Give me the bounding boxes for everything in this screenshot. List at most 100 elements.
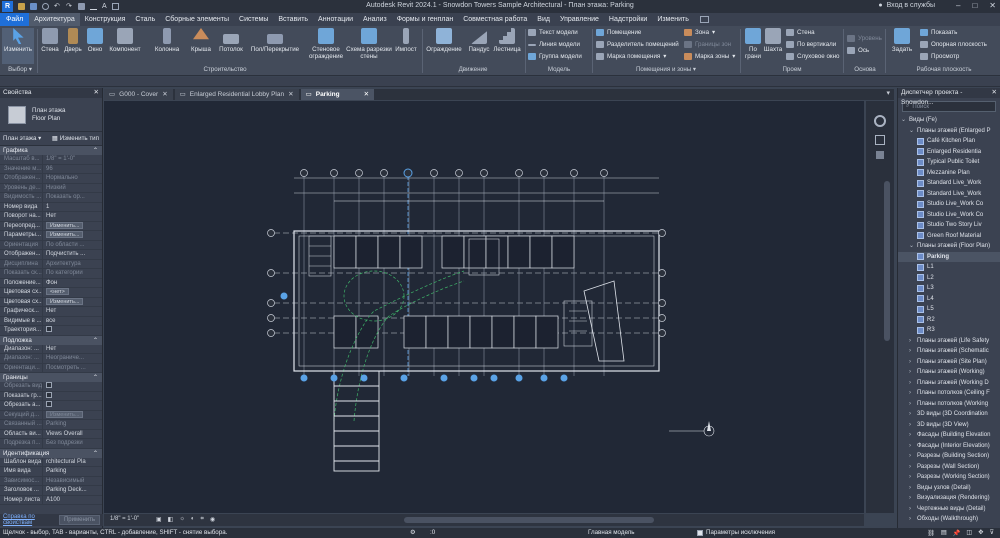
property-row[interactable]: Обрезать а... <box>0 401 102 411</box>
area-boundary-button[interactable]: Границы зон <box>684 41 731 48</box>
property-row[interactable]: Поворот на... Нет <box>0 212 102 222</box>
property-checkbox[interactable] <box>46 391 52 398</box>
area-button[interactable]: Зона ▾ <box>684 29 715 36</box>
browser-item[interactable]: › Планы этажей (Working) <box>898 367 1000 378</box>
browser-item[interactable]: › 3D виды (3D View) <box>898 420 1000 431</box>
door-button[interactable]: Дверь <box>62 28 84 53</box>
expand-icon[interactable]: › <box>909 409 917 420</box>
property-value[interactable] <box>42 391 102 400</box>
dormer-button[interactable]: Слуховое окно <box>786 53 839 60</box>
area-tag-button[interactable]: Марка зоны ▾ <box>684 53 735 60</box>
expand-icon[interactable]: › <box>909 378 917 389</box>
exclusions-checkbox[interactable] <box>697 529 703 536</box>
property-value[interactable]: Изменить... <box>42 410 102 419</box>
browser-item[interactable]: Studio Live_Work Co <box>898 210 1000 221</box>
column-button[interactable]: Колонна <box>152 28 182 53</box>
property-row[interactable]: Номер вида 1 <box>0 202 102 212</box>
room-button[interactable]: Помещение <box>596 29 641 36</box>
browser-item[interactable]: Studio Live_Work Co <box>898 199 1000 210</box>
horizontal-scrollbar[interactable] <box>404 517 654 523</box>
browser-item[interactable]: R2 <box>898 315 1000 326</box>
tab-massing[interactable]: Формы и генплан <box>392 13 459 26</box>
browser-item[interactable]: › Обходы (Walkthrough) <box>898 514 1000 525</box>
vertical-scrollbar[interactable] <box>884 181 890 341</box>
model-line-button[interactable]: Линия модели <box>528 41 580 48</box>
property-value[interactable]: Parking <box>42 420 102 429</box>
railing-button[interactable]: Ограждение <box>425 28 463 53</box>
browser-item[interactable]: › Разрезы (Wall Section) <box>898 462 1000 473</box>
property-value[interactable]: Parking Deck... <box>42 486 102 495</box>
property-row[interactable]: Зависимос... Независимый <box>0 476 102 486</box>
floor-button[interactable]: Пол/Перекрытие <box>248 28 302 53</box>
select-pinned-icon[interactable]: 📌 <box>953 529 961 537</box>
browser-item[interactable]: › 3D виды (3D Coordination <box>898 409 1000 420</box>
tab-steel[interactable]: Сталь <box>130 13 160 26</box>
property-row[interactable]: Заголовок ... Parking Deck... <box>0 486 102 496</box>
collapse-icon[interactable]: ⌄ <box>909 241 917 252</box>
property-value[interactable] <box>42 382 102 391</box>
zoom-icon[interactable] <box>875 135 885 145</box>
property-row[interactable]: Видимые в ... все <box>0 316 102 326</box>
browser-item[interactable]: L5 <box>898 304 1000 315</box>
expand-icon[interactable]: › <box>909 472 917 483</box>
properties-help-link[interactable]: Справка по свойствам <box>3 514 59 526</box>
property-value[interactable]: Нет <box>42 212 102 221</box>
browser-search[interactable]: ⌕ Поиск <box>902 101 996 112</box>
property-row[interactable]: Диапазон: ... Нет <box>0 344 102 354</box>
expand-icon[interactable]: › <box>909 336 917 347</box>
property-row[interactable]: Значение м... 96 <box>0 164 102 174</box>
property-value[interactable]: все <box>42 316 102 325</box>
property-row[interactable]: Видимость ... Показать ор... <box>0 193 102 203</box>
component-button[interactable]: Компонент <box>108 28 142 53</box>
steering-wheel-icon[interactable] <box>874 115 886 127</box>
property-row[interactable]: Цветовая сх... <нет> <box>0 288 102 298</box>
select-face-icon[interactable]: ◫ <box>966 529 972 537</box>
ref-plane-button[interactable]: Опорная плоскость <box>920 41 987 48</box>
expand-icon[interactable]: › <box>909 451 917 462</box>
property-value[interactable]: По области ... <box>42 240 102 249</box>
property-value[interactable]: Фон <box>42 278 102 287</box>
property-value[interactable]: Посмотреть ... <box>42 363 102 372</box>
sun-path-icon[interactable]: ☼ <box>179 516 185 523</box>
property-row[interactable]: Отображен... Подчистить ... <box>0 250 102 260</box>
section-extents[interactable]: Границы ⌃ <box>0 373 102 382</box>
property-row[interactable]: Масштаб в... 1/8" = 1'-0" <box>0 155 102 165</box>
shadows-icon[interactable]: ◐ <box>191 516 195 523</box>
expand-icon[interactable]: › <box>909 420 917 431</box>
shaft-button[interactable]: Шахта <box>763 28 783 53</box>
collapse-icon[interactable]: ⌄ <box>909 126 917 137</box>
property-value[interactable]: rchitectural Pla <box>42 457 102 466</box>
drag-select-icon[interactable]: ✥ <box>978 529 983 537</box>
expand-icon[interactable]: › <box>909 357 917 368</box>
property-value[interactable]: Нет <box>42 307 102 316</box>
browser-item[interactable]: › Фасады (Interior Elevation) <box>898 441 1000 452</box>
tab-manage[interactable]: Управление <box>555 13 604 26</box>
property-value[interactable]: Низкий <box>42 183 102 192</box>
curtain-system-button[interactable]: Схема разрезки стены <box>346 28 392 60</box>
tabs-menu-icon[interactable]: ▾ <box>886 89 894 100</box>
property-row[interactable]: Дисциплина Архитектура <box>0 259 102 269</box>
property-value[interactable] <box>42 326 102 335</box>
section-graphics[interactable]: Графика ⌃ <box>0 146 102 155</box>
property-row[interactable]: Подрезка п... Без подрезки <box>0 439 102 449</box>
property-row[interactable]: Графическ... Нет <box>0 307 102 317</box>
modify-button[interactable]: Изменить <box>2 28 34 64</box>
property-row[interactable]: Обрезать вид <box>0 382 102 392</box>
wall-opening-button[interactable]: Стена <box>786 29 815 36</box>
property-row[interactable]: Уровень де... Низкий <box>0 183 102 193</box>
expand-icon[interactable]: › <box>909 441 917 452</box>
property-value[interactable]: 1 <box>42 202 102 211</box>
group-select[interactable]: Выбор ▾ <box>4 66 36 73</box>
property-value[interactable]: Views Overall <box>42 429 102 438</box>
tab-collaborate[interactable]: Совместная работа <box>458 13 532 26</box>
property-row[interactable]: Шаблон вида rchitectural Pla <box>0 457 102 467</box>
select-underlay-icon[interactable]: ▤ <box>941 529 947 537</box>
close-icon[interactable]: ✕ <box>364 89 369 100</box>
tab-annotate[interactable]: Аннотации <box>313 13 358 26</box>
browser-item[interactable]: ⌄ Планы этажей (Enlarged P <box>898 126 1000 137</box>
property-row[interactable]: Траектория... <box>0 326 102 336</box>
expand-icon[interactable]: › <box>909 514 917 525</box>
property-checkbox[interactable] <box>46 382 52 389</box>
property-edit-button[interactable]: Изменить... <box>46 221 84 229</box>
browser-item[interactable]: L2 <box>898 273 1000 284</box>
